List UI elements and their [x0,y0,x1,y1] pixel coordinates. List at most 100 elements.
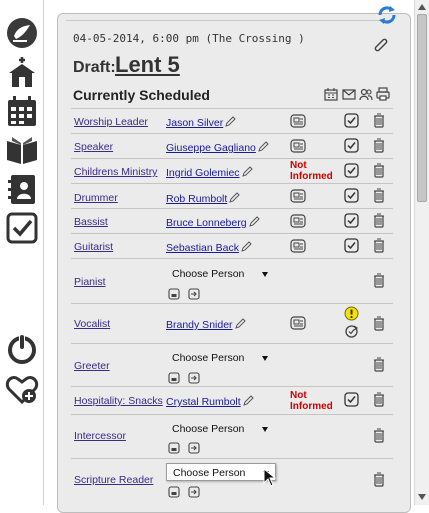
mouse-cursor-icon [263,468,277,487]
contacts-icon[interactable] [4,171,40,207]
confirmed-check-icon[interactable] [344,392,359,407]
confirmed-check-icon[interactable] [344,138,359,153]
scroll-thumb[interactable] [417,14,427,202]
edit-pencil-icon[interactable] [225,116,236,127]
person-link[interactable]: Sebastian Back [166,241,252,254]
trash-icon[interactable] [373,392,385,407]
edit-pencil-icon[interactable] [241,241,252,252]
edit-pencil-icon[interactable] [241,166,253,177]
person-name[interactable]: Sebastian Back [166,242,239,254]
calendar-small-icon[interactable] [324,87,338,101]
trash-icon[interactable] [373,357,385,372]
role-link[interactable]: Scripture Reader [74,474,153,486]
trash-icon[interactable] [373,273,385,288]
edit-pencil-icon[interactable] [234,318,246,329]
paperclip-icon[interactable] [373,36,389,52]
message-icon[interactable] [290,188,306,204]
person-name[interactable]: Crystal Rumbolt [166,396,241,408]
choose-person-label: Choose Person [172,423,245,435]
role-link[interactable]: Intercessor [74,430,126,442]
assign-icon[interactable] [188,288,200,300]
role-link[interactable]: Vocalist [74,318,110,330]
scroll-down-arrow-icon[interactable] [418,494,426,500]
confirmed-check-icon[interactable] [344,213,359,228]
message-icon[interactable] [290,238,306,254]
trash-icon[interactable] [373,138,385,153]
person-name[interactable]: Bruce Lonneberg [166,217,247,229]
choose-person-dropdown[interactable]: Choose Person [166,420,276,438]
save-icon[interactable] [168,442,180,454]
person-name[interactable]: Giuseppe Gagliano [166,142,256,154]
vertical-scrollbar[interactable] [414,0,429,505]
bible-icon[interactable] [4,132,40,168]
save-icon[interactable] [168,486,180,498]
person-name[interactable]: Rob Rumbolt [166,193,227,205]
confirmed-check-icon[interactable] [344,238,359,253]
schedule-row: Scripture Reader Choose Person [71,458,393,502]
power-icon[interactable] [4,331,40,367]
message-icon[interactable] [290,138,306,154]
dashboard-icon[interactable] [4,15,40,51]
person-link[interactable]: Bruce Lonneberg [166,216,260,229]
role-link[interactable]: Pianist [74,276,106,288]
pending-alert-icon [344,306,359,321]
schedule-row: Vocalist Brandy Snider [71,303,393,343]
role-link[interactable]: Worship Leader [74,116,148,128]
choose-person-label: Choose Person [172,268,245,280]
role-link[interactable]: Childrens Ministry [74,166,157,178]
calendar-icon[interactable] [4,93,40,129]
trash-icon[interactable] [373,163,385,178]
choose-person-dropdown[interactable]: Choose Person [166,349,276,367]
trash-icon[interactable] [373,472,385,487]
trash-icon[interactable] [373,238,385,253]
person-link[interactable]: Giuseppe Gagliano [166,141,269,154]
heart-plus-icon[interactable] [4,371,40,407]
choose-person-dropdown[interactable]: Choose Person [166,463,276,481]
trash-icon[interactable] [373,113,385,128]
trash-icon[interactable] [373,428,385,443]
assign-icon[interactable] [188,372,200,384]
edit-pencil-icon[interactable] [258,141,269,152]
role-link[interactable]: Greeter [74,360,110,372]
confirmed-check-icon[interactable] [344,188,359,203]
role-link[interactable]: Bassist [74,216,108,228]
save-icon[interactable] [168,372,180,384]
users-icon[interactable] [359,87,373,101]
edit-pencil-icon[interactable] [242,395,254,406]
role-link[interactable]: Guitarist [74,241,113,253]
message-icon[interactable] [290,113,306,129]
trash-icon[interactable] [373,316,385,331]
person-name[interactable]: Jason Silver [166,117,223,129]
person-link[interactable]: Ingrid Golemiec [166,166,253,179]
schedule-row: Intercessor Choose Person [71,414,393,458]
draft-title[interactable]: Lent 5 [115,52,180,78]
mail-icon[interactable] [342,87,356,101]
edit-pencil-icon[interactable] [248,216,260,227]
person-link[interactable]: Crystal Rumbolt [166,395,254,408]
message-icon[interactable] [290,315,306,331]
role-link[interactable]: Hospitality: Snacks [74,395,163,407]
trash-icon[interactable] [373,213,385,228]
person-link[interactable]: Brandy Snider [166,318,246,331]
assign-icon[interactable] [188,442,200,454]
scroll-up-arrow-icon[interactable] [418,4,426,10]
person-name[interactable]: Brandy Snider [166,319,233,331]
edit-pencil-icon[interactable] [229,192,240,203]
confirmed-check-icon[interactable] [344,113,359,128]
person-name[interactable]: Ingrid Golemiec [166,167,240,179]
church-icon[interactable] [4,54,40,90]
refresh-icon[interactable] [375,3,399,27]
save-icon[interactable] [168,288,180,300]
trash-icon[interactable] [373,188,385,203]
role-link[interactable]: Speaker [74,141,113,153]
confirmed-check-icon[interactable] [344,163,359,178]
role-link[interactable]: Drummer [74,192,118,204]
person-link[interactable]: Rob Rumbolt [166,192,240,205]
checklist-icon[interactable] [4,210,40,246]
choose-person-dropdown[interactable]: Choose Person [166,265,276,283]
person-link[interactable]: Jason Silver [166,116,236,129]
resend-icon[interactable] [344,324,359,339]
assign-icon[interactable] [188,486,200,498]
print-icon[interactable] [376,87,390,101]
message-icon[interactable] [290,213,306,229]
